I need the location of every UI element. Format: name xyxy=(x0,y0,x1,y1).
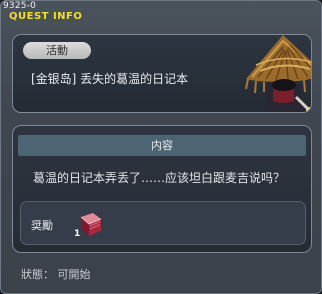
content-header: 内容 xyxy=(18,135,306,156)
quest-name: [金银岛] 丢失的葛温的日记本 xyxy=(31,72,189,86)
npc-portrait xyxy=(245,35,311,112)
reward-box: 奨勵 1 xyxy=(20,201,306,245)
reward-quantity: 1 xyxy=(74,229,81,239)
quest-header-panel: 活動 [金银岛] 丢失的葛温的日记本 xyxy=(12,34,312,113)
category-badge: 活動 xyxy=(23,42,91,59)
window-title: QUEST INFO xyxy=(9,11,83,22)
quest-content-panel: 内容 葛温的日记本弄丢了……应该坦白跟麦吉说吗？ 奨勵 1 xyxy=(12,125,312,253)
quest-description: 葛温的日记本弄丢了……应该坦白跟麦吉说吗？ xyxy=(33,171,286,185)
quest-id: 9325-0 xyxy=(3,1,37,11)
reward-label: 奨勵 xyxy=(31,219,53,232)
quest-status: 狀態： 可開始 xyxy=(21,268,91,281)
quest-info-window: 9325-0 QUEST INFO 活動 [金银岛] 丢失的葛温的日记本 内容 … xyxy=(0,0,322,294)
